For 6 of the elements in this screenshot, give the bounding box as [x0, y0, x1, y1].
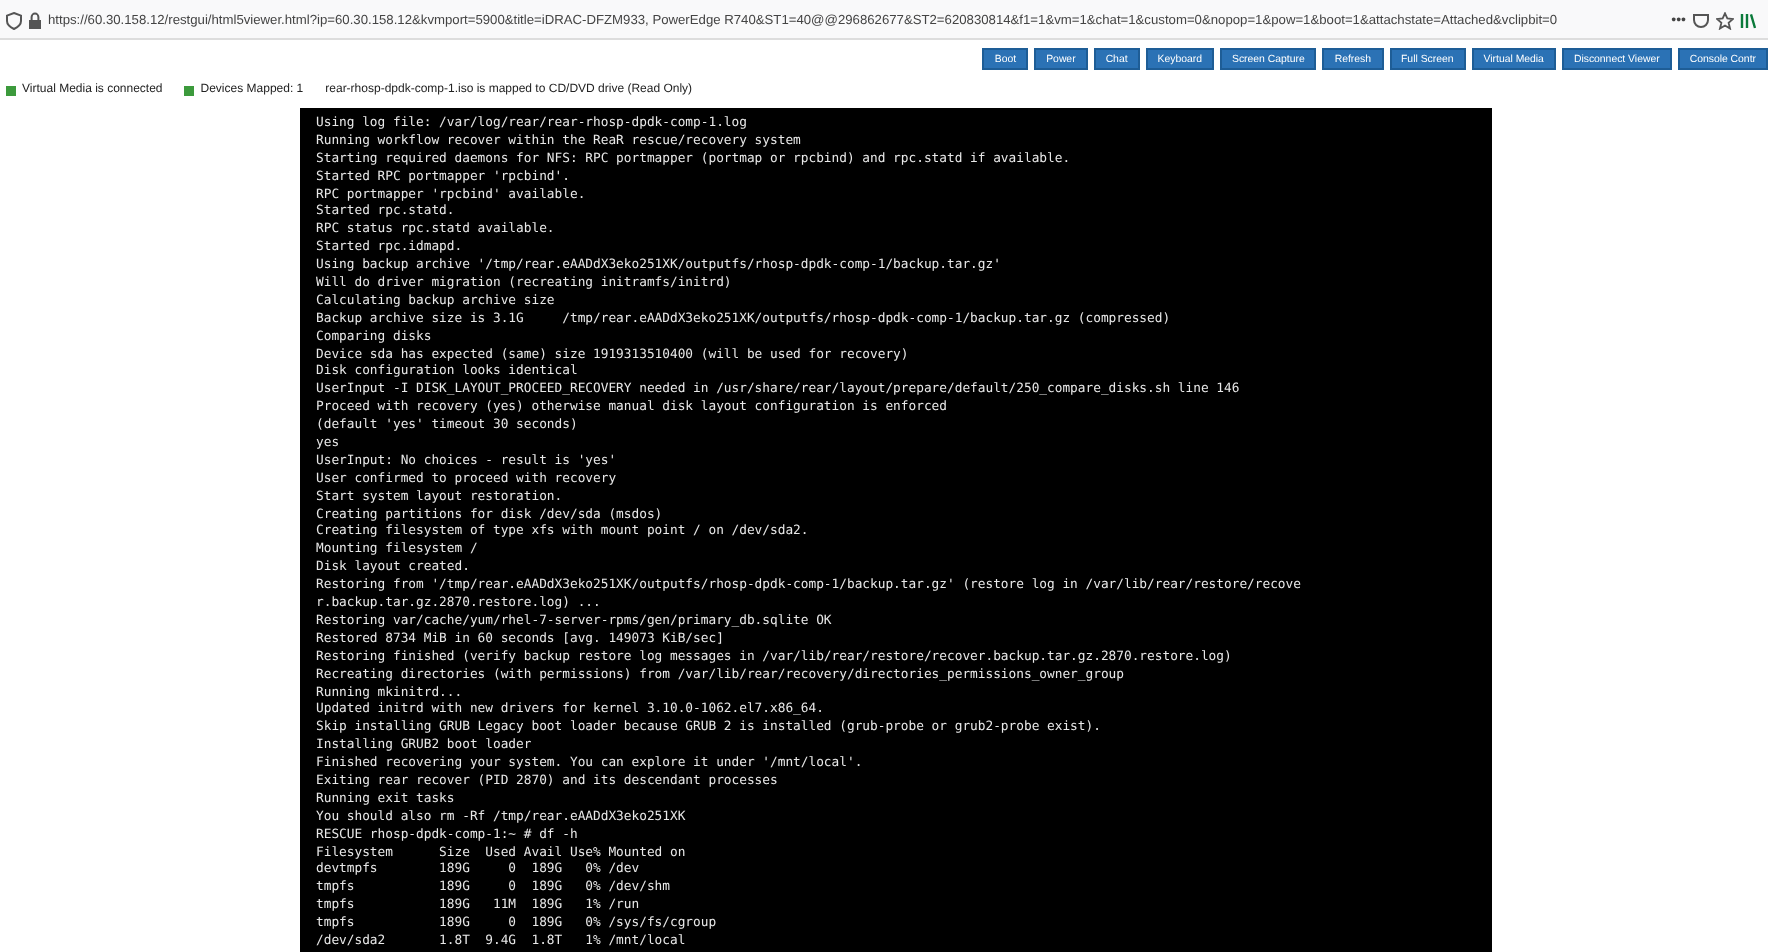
pocket-icon[interactable] — [1692, 12, 1710, 30]
lock-icon — [28, 12, 42, 30]
library-icon[interactable] — [1740, 12, 1756, 30]
shield-icon — [6, 12, 22, 30]
address-bar[interactable] — [0, 0, 1768, 40]
star-icon[interactable] — [1716, 12, 1734, 30]
